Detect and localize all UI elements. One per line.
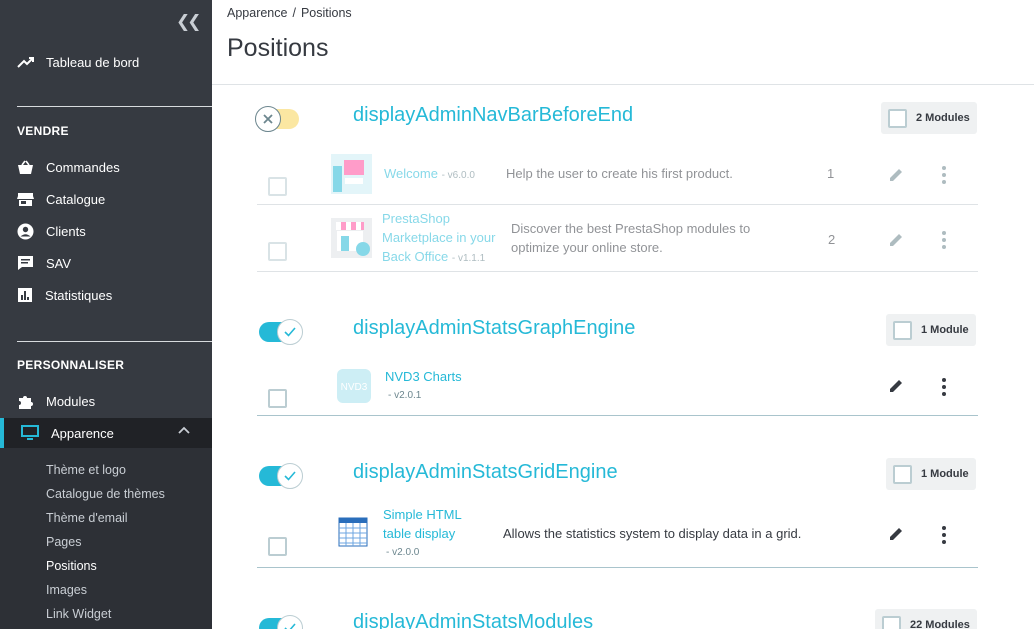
row-divider [257, 204, 978, 205]
count-label: 1 Module [921, 324, 969, 336]
more-vertical-icon[interactable] [934, 525, 954, 545]
page-title: Positions [227, 34, 329, 62]
sidebar-item-clients[interactable]: Clients [17, 220, 212, 242]
check-icon [277, 615, 303, 629]
section-title-vendre: VENDRE [17, 124, 69, 138]
row-divider [257, 271, 978, 272]
submenu-item-email-theme[interactable]: Thème d'email [46, 511, 128, 525]
hook-title[interactable]: displayAdminNavBarBeforeEnd [353, 104, 633, 127]
sidebar-item-apparence[interactable]: Apparence [0, 418, 212, 448]
hook-title[interactable]: displayAdminStatsModules [353, 611, 593, 629]
hook-module-count[interactable]: 2 Modules [881, 102, 977, 134]
module-description: Help the user to create his first produc… [506, 166, 733, 181]
monitor-icon [21, 425, 39, 440]
account-circle-icon [17, 223, 34, 239]
more-vertical-icon[interactable] [934, 230, 954, 250]
divider [17, 341, 212, 342]
basket-icon [18, 160, 33, 174]
sidebar-item-catalogue[interactable]: Catalogue [17, 188, 212, 210]
module-logo-nvd3: NVD3 [337, 369, 371, 403]
sidebar-item-statistiques[interactable]: Statistiques [17, 284, 212, 306]
sidebar-item-commandes[interactable]: Commandes [17, 156, 212, 178]
hook-title[interactable]: displayAdminStatsGraphEngine [353, 317, 635, 340]
section-title-personnaliser: PERSONNALISER [17, 358, 125, 372]
module-version: - v2.0.0 [386, 547, 420, 558]
module-description: Discover the best PrestaShop modules to … [511, 221, 751, 255]
module-position: 2 [828, 232, 836, 247]
module-name[interactable]: NVD3 Charts [385, 367, 462, 386]
submenu-item-theme-logo[interactable]: Thème et logo [46, 463, 126, 477]
select-all-checkbox[interactable] [888, 108, 907, 128]
module-logo-marketplace [331, 218, 372, 258]
sidebar-item-label: SAV [46, 255, 72, 271]
puzzle-icon [19, 395, 33, 409]
check-icon [277, 463, 303, 489]
close-icon [255, 106, 281, 132]
module-checkbox[interactable] [268, 242, 287, 261]
count-label: 1 Module [921, 468, 969, 480]
submenu-item-images[interactable]: Images [46, 583, 87, 597]
hook-toggle[interactable] [255, 106, 299, 132]
more-vertical-icon[interactable] [934, 165, 954, 185]
select-all-checkbox[interactable] [882, 615, 901, 629]
submenu-item-positions[interactable]: Positions [46, 559, 97, 573]
pencil-icon[interactable] [886, 524, 906, 544]
hook-module-count[interactable]: 1 Module [886, 314, 976, 346]
sidebar-item-label: Catalogue [46, 191, 106, 207]
breadcrumb-item: Positions [300, 6, 352, 20]
count-label: 2 Modules [916, 112, 970, 124]
sidebar-item-label: Apparence [51, 425, 114, 441]
hook-toggle[interactable] [259, 615, 303, 629]
trending-up-icon [17, 57, 34, 68]
more-vertical-icon[interactable] [934, 377, 954, 397]
sidebar-item-label: Clients [46, 223, 86, 239]
pencil-icon[interactable] [886, 376, 906, 396]
module-name[interactable]: Welcome - v6.0.0 [384, 164, 475, 185]
divider [17, 106, 212, 107]
hook-toggle[interactable] [259, 319, 303, 345]
select-all-checkbox[interactable] [893, 464, 912, 484]
pencil-icon[interactable] [886, 165, 906, 185]
submenu-item-pages[interactable]: Pages [46, 535, 81, 549]
module-checkbox[interactable] [268, 389, 287, 408]
submenu-item-theme-catalog[interactable]: Catalogue de thèmes [46, 487, 165, 501]
module-logo-table [338, 517, 368, 547]
hook-toggle[interactable] [259, 463, 303, 489]
module-logo-welcome [331, 154, 372, 194]
count-label: 22 Modules [910, 619, 970, 629]
module-name[interactable]: PrestaShop Marketplace in your Back Offi… [382, 209, 495, 268]
module-description: Allows the statistics system to display … [503, 526, 802, 541]
module-position: 1 [827, 166, 835, 181]
store-icon [17, 192, 34, 206]
sidebar-item-label: Modules [46, 393, 96, 409]
sidebar-item-sav[interactable]: SAV [17, 252, 212, 274]
row-divider [257, 567, 978, 568]
breadcrumb: Apparence / Positions [227, 6, 352, 20]
select-all-checkbox[interactable] [893, 320, 912, 340]
sidebar: ❮❮ Tableau de bord VENDRE Commandes Cata… [0, 0, 212, 629]
check-icon [277, 319, 303, 345]
sidebar-item-label: Tableau de bord [46, 54, 140, 70]
chat-icon [18, 256, 33, 270]
module-version: - v2.0.1 [388, 390, 422, 401]
sidebar-item-dashboard[interactable]: Tableau de bord [17, 52, 139, 72]
sidebar-item-modules[interactable]: Modules [17, 390, 212, 412]
submenu-item-link-widget[interactable]: Link Widget [46, 607, 111, 621]
module-checkbox[interactable] [268, 537, 287, 556]
hook-module-count[interactable]: 1 Module [886, 458, 976, 490]
row-divider [257, 415, 978, 416]
sidebar-item-label: Commandes [46, 159, 120, 175]
page-header: Apparence / Positions Positions [212, 0, 1034, 85]
double-chevron-left-icon[interactable]: ❮❮ [176, 12, 201, 32]
pencil-icon[interactable] [886, 230, 906, 250]
sidebar-item-label: Statistiques [45, 287, 113, 303]
hook-module-count[interactable]: 22 Modules [875, 609, 977, 629]
module-name[interactable]: Simple HTML table display [383, 505, 462, 543]
chevron-up-icon [178, 426, 190, 434]
breadcrumb-item[interactable]: Apparence [227, 6, 287, 20]
svg-text:NVD3: NVD3 [341, 382, 368, 393]
hook-title[interactable]: displayAdminStatsGridEngine [353, 461, 618, 484]
module-checkbox[interactable] [268, 177, 287, 196]
chart-icon [18, 288, 32, 302]
